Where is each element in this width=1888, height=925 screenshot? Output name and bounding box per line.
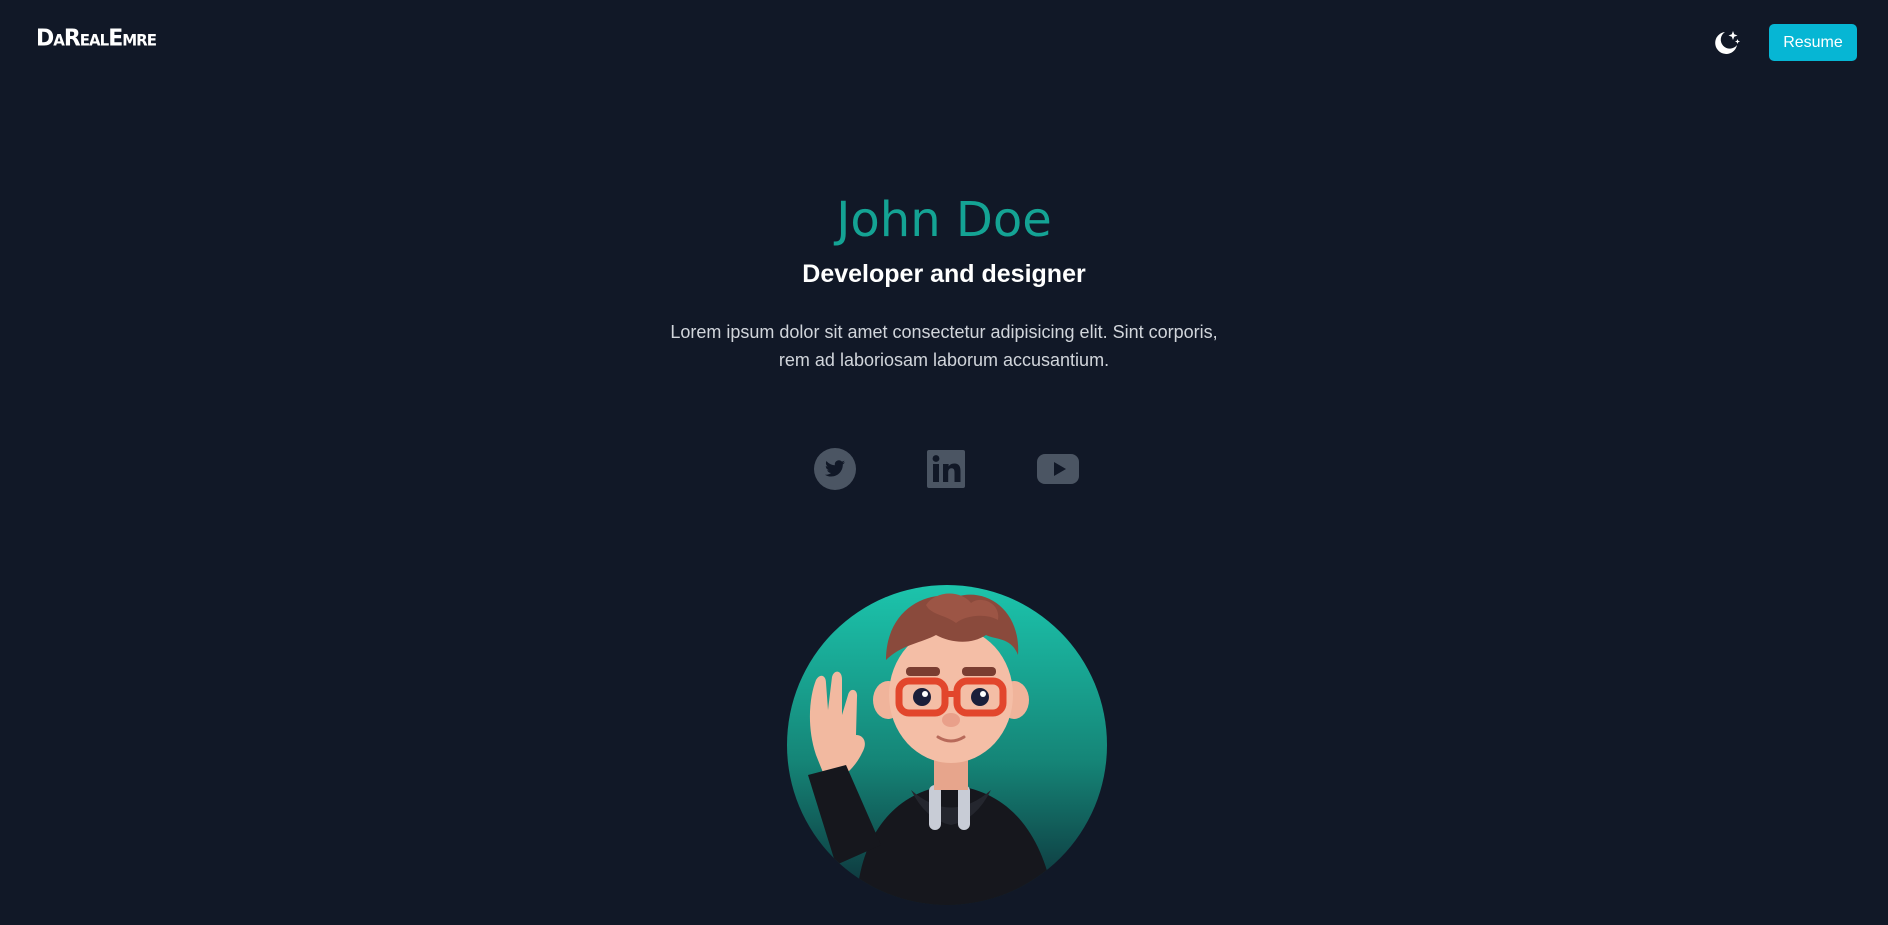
- youtube-link[interactable]: [1035, 446, 1081, 492]
- theme-toggle-button[interactable]: [1711, 27, 1741, 57]
- linkedin-link[interactable]: [923, 446, 969, 492]
- twitter-link[interactable]: [812, 446, 858, 492]
- hero-description: Lorem ipsum dolor sit amet consectetur a…: [670, 322, 1218, 370]
- site-logo[interactable]: DaRealEmre: [36, 25, 157, 51]
- resume-button[interactable]: Resume: [1769, 24, 1857, 61]
- social-links: [0, 446, 1888, 492]
- linkedin-icon: [927, 450, 965, 488]
- avatar-illustration: [787, 585, 1107, 905]
- hero-title: Developer and designer: [802, 260, 1086, 288]
- twitter-icon: [814, 448, 856, 490]
- youtube-icon: [1037, 454, 1079, 484]
- avatar-image: [786, 585, 1108, 905]
- navbar: DaRealEmre Resume: [0, 0, 1888, 86]
- moon-stars-icon: [1715, 31, 1740, 54]
- hero-name: John Doe: [836, 192, 1052, 248]
